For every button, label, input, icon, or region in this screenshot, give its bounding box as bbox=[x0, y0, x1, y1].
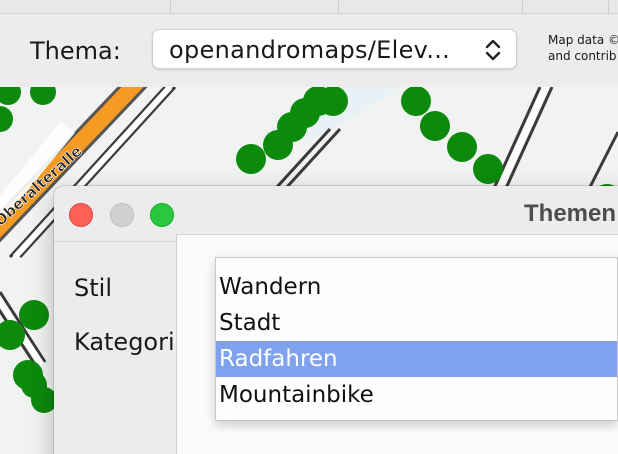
attribution-line-1: Map data © bbox=[548, 33, 618, 47]
attribution-line-2: and contrib bbox=[548, 49, 617, 63]
theme-select-value: openandromaps/Elev... bbox=[169, 36, 451, 64]
zoom-button[interactable] bbox=[150, 203, 174, 227]
style-option-stadt[interactable]: Stadt bbox=[216, 305, 617, 341]
style-option-wandern[interactable]: Wandern bbox=[216, 269, 617, 305]
main-window: Thema: openandromaps/Elev... Map data © … bbox=[0, 0, 618, 454]
style-option-mountainbike[interactable]: Mountainbike bbox=[216, 377, 617, 413]
style-dropdown-list[interactable]: Wandern Stadt Radfahren Mountainbike bbox=[215, 257, 618, 421]
dialog-title: Themen bbox=[524, 200, 617, 227]
window-top-edge bbox=[0, 0, 618, 14]
map-attribution: Map data © and contrib bbox=[548, 32, 618, 64]
style-option-radfahren[interactable]: Radfahren bbox=[216, 341, 617, 377]
theme-label: Thema: bbox=[30, 37, 121, 65]
chevron-updown-icon bbox=[485, 39, 501, 61]
close-button[interactable] bbox=[69, 203, 93, 227]
toolbar: Thema: openandromaps/Elev... Map data © … bbox=[0, 15, 618, 87]
minimize-button[interactable] bbox=[110, 203, 134, 227]
style-label: Stil bbox=[74, 274, 112, 302]
theme-select[interactable]: openandromaps/Elev... bbox=[152, 29, 517, 69]
